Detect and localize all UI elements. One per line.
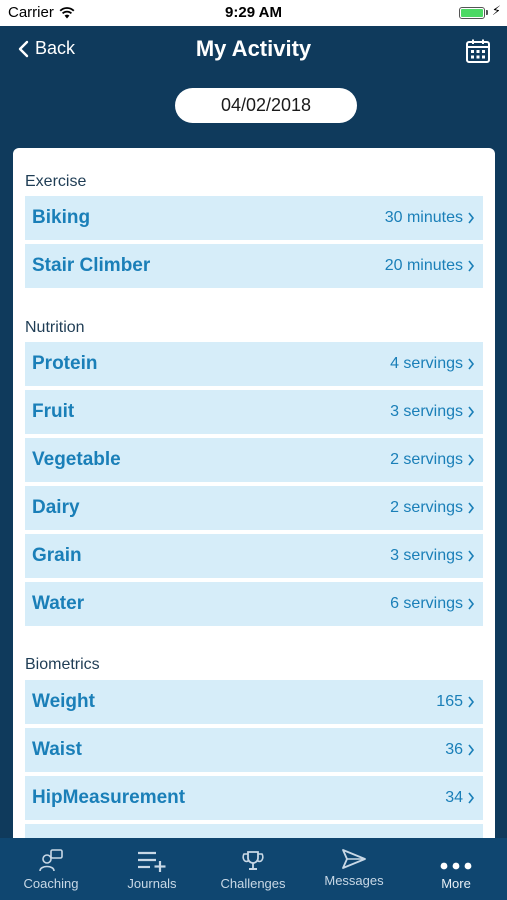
activity-row-vegetable[interactable]: Vegetable 2 servings	[25, 438, 483, 482]
section-label-exercise: Exercise	[25, 173, 87, 190]
section-label-nutrition: Nutrition	[25, 319, 85, 336]
journals-icon	[138, 851, 166, 872]
chevron-right-icon	[468, 696, 475, 708]
row-name: Weight	[32, 691, 95, 712]
row-value: 3 servings	[390, 403, 463, 420]
tab-more[interactable]: More	[406, 838, 506, 900]
chevron-right-icon	[468, 598, 475, 610]
tab-journals[interactable]: Journals	[102, 838, 202, 900]
section-label-biometrics: Biometrics	[25, 656, 100, 673]
chevron-right-icon	[468, 550, 475, 562]
tab-label: Journals	[127, 876, 177, 891]
row-value: 30 minutes	[384, 209, 463, 226]
charging-icon: ⚡	[491, 3, 501, 18]
activity-card: Exercise Biking 30 minutes Stair Climber…	[13, 148, 495, 848]
send-icon	[342, 849, 366, 869]
battery-icon	[459, 7, 485, 19]
calendar-icon	[466, 39, 490, 63]
activity-row-dairy[interactable]: Dairy 2 servings	[25, 486, 483, 530]
tab-bar: Coaching Journals Challenges Messages Mo…	[0, 838, 507, 900]
page-title: My Activity	[195, 36, 312, 61]
row-name: Protein	[32, 353, 98, 374]
tab-label: Challenges	[220, 876, 286, 891]
tab-label: More	[441, 876, 471, 891]
row-value: 4 servings	[390, 355, 463, 372]
activity-row-hip-measurement[interactable]: HipMeasurement 34	[25, 776, 483, 820]
calendar-button[interactable]	[465, 38, 491, 64]
chevron-right-icon	[468, 406, 475, 418]
row-name: Vegetable	[32, 449, 121, 470]
row-name: Grain	[32, 545, 82, 566]
activity-row-stair-climber[interactable]: Stair Climber 20 minutes	[25, 244, 483, 288]
activity-row-fruit[interactable]: Fruit 3 servings	[25, 390, 483, 434]
row-name: Biking	[32, 207, 91, 228]
row-name: HipMeasurement	[32, 787, 186, 808]
tab-coaching[interactable]: Coaching	[1, 838, 101, 900]
row-name: Dairy	[32, 497, 80, 518]
activity-row-weight[interactable]: Weight 165	[25, 680, 483, 724]
status-bar: Carrier 9:29 AM ⚡	[0, 0, 507, 26]
battery-tip	[486, 10, 488, 15]
chevron-right-icon	[468, 454, 475, 466]
row-value: 2 servings	[390, 499, 463, 516]
chevron-right-icon	[468, 744, 475, 756]
tab-label: Messages	[324, 873, 384, 888]
more-icon	[440, 862, 472, 870]
row-value: 2 servings	[390, 451, 463, 468]
row-name: Fruit	[32, 401, 75, 422]
coaching-icon	[39, 849, 63, 872]
chevron-right-icon	[468, 792, 475, 804]
trophy-icon	[242, 851, 264, 870]
activity-row-grain[interactable]: Grain 3 servings	[25, 534, 483, 578]
activity-row-waist[interactable]: Waist 36	[25, 728, 483, 772]
tab-challenges[interactable]: Challenges	[203, 838, 303, 900]
row-value: 20 minutes	[384, 257, 463, 274]
activity-row-biking[interactable]: Biking 30 minutes	[25, 196, 483, 240]
row-value: 165	[436, 693, 463, 710]
tab-messages[interactable]: Messages	[304, 838, 404, 900]
chevron-right-icon	[468, 260, 475, 272]
date-selector[interactable]: 04/02/2018	[175, 88, 357, 123]
row-value: 36	[445, 741, 463, 758]
activity-row-protein[interactable]: Protein 4 servings	[25, 342, 483, 386]
row-name: Waist	[32, 739, 82, 760]
chevron-right-icon	[468, 212, 475, 224]
tab-label: Coaching	[23, 876, 79, 891]
row-name: Stair Climber	[32, 255, 151, 276]
row-value: 6 servings	[390, 595, 463, 612]
activity-row-water[interactable]: Water 6 servings	[25, 582, 483, 626]
row-value: 3 servings	[390, 547, 463, 564]
row-name: Water	[32, 593, 85, 614]
chevron-right-icon	[468, 358, 475, 370]
row-value: 34	[445, 789, 463, 806]
chevron-right-icon	[468, 502, 475, 514]
status-time: 9:29 AM	[225, 4, 282, 21]
